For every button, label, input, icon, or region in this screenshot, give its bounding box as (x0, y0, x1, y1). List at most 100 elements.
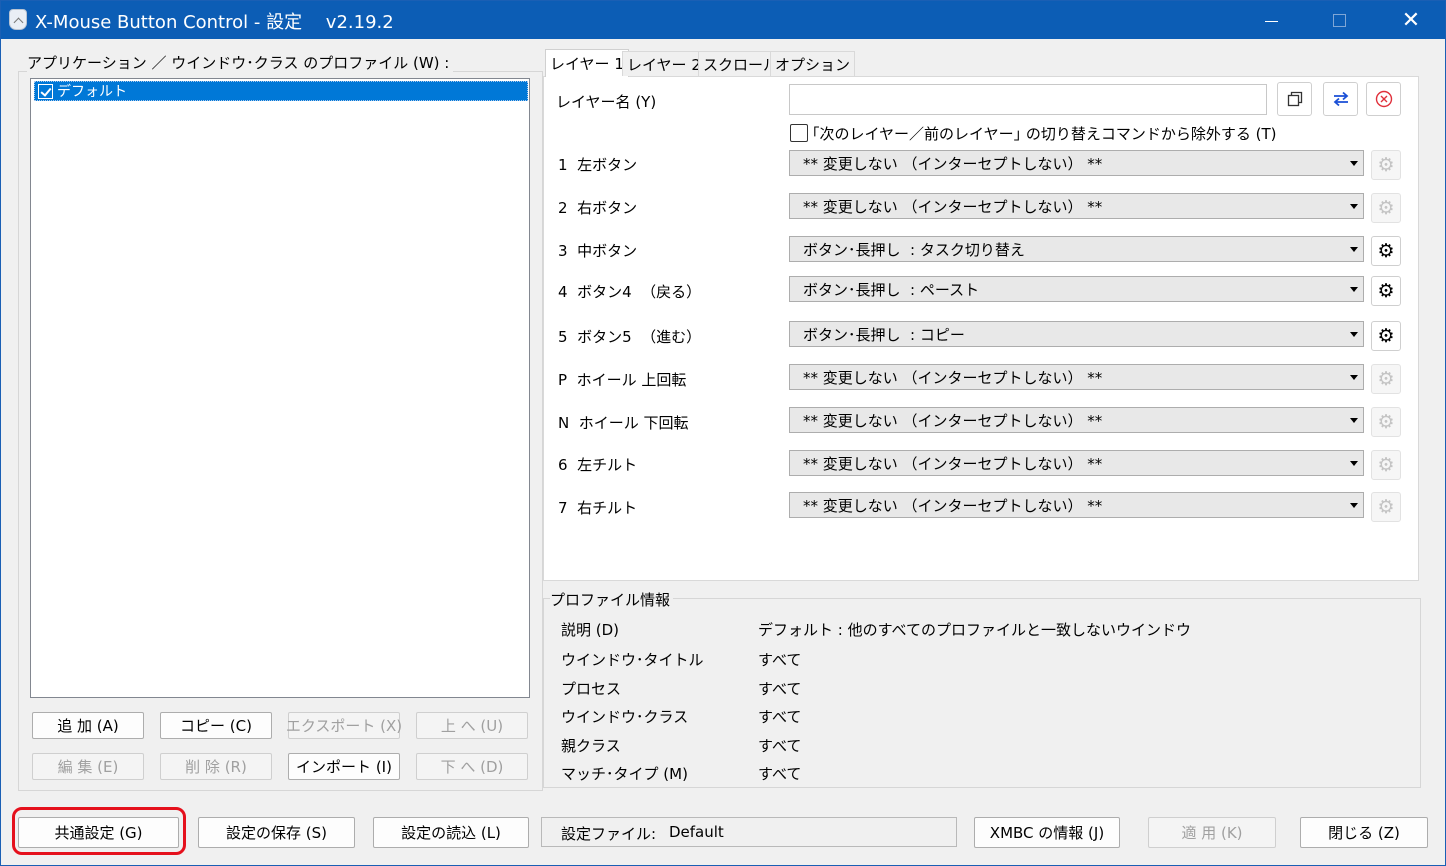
load-settings-button[interactable]: 設定の読込 (L) (373, 817, 529, 848)
right-button-settings[interactable]: ⚙ (1371, 193, 1401, 223)
exclude-layer-label: ｢次のレイヤー／前のレイヤー｣ の切り替えコマンドから除外する (T) (812, 125, 1277, 143)
maximize-button[interactable] (1309, 1, 1369, 39)
info-label-process: プロセス (561, 680, 622, 698)
row-label-wheel-down: N ホイール 下回転 (558, 414, 689, 432)
copy-layer-button[interactable] (1277, 82, 1312, 116)
select-value: ** 変更しない （インターセプトしない） ** (803, 496, 1103, 515)
clear-layer-button[interactable] (1366, 82, 1401, 116)
info-label-description: 説明 (D) (561, 621, 620, 639)
tab-options[interactable]: オプション (770, 51, 856, 76)
select-value: ボタン･長押し : コピー (803, 325, 965, 344)
info-label-window-class: ウインドウ･クラス (561, 708, 689, 726)
copy-profile-button[interactable]: コピー (C) (160, 712, 272, 739)
exclude-layer-checkbox[interactable] (790, 124, 808, 142)
row-label-middle-button: 3 中ボタン (558, 242, 638, 260)
dropdown-arrow-icon (1350, 503, 1358, 508)
button4-action-select[interactable]: ボタン･長押し : ペースト (789, 276, 1364, 302)
button5-settings[interactable]: ⚙ (1371, 321, 1401, 351)
profiles-group-label: アプリケーション ／ ウインドウ･クラス のプロファイル (W) : (27, 52, 454, 73)
tilt-left-settings[interactable]: ⚙ (1371, 450, 1401, 480)
minimize-button[interactable] (1241, 1, 1301, 39)
select-value: ** 変更しない （インターセプトしない） ** (803, 368, 1103, 387)
wheel-down-action-select[interactable]: ** 変更しない （インターセプトしない） ** (789, 407, 1364, 433)
wheel-down-settings[interactable]: ⚙ (1371, 407, 1401, 437)
select-value: ** 変更しない （インターセプトしない） ** (803, 454, 1103, 473)
copy-icon (1287, 91, 1302, 107)
edit-profile-button[interactable]: 編 集 (E) (32, 753, 144, 780)
tab-layer-1[interactable]: レイヤー 1 (545, 49, 629, 77)
gear-icon: ⚙ (1377, 411, 1395, 433)
wheel-up-settings[interactable]: ⚙ (1371, 364, 1401, 394)
info-label-match-type: マッチ･タイプ (M) (561, 765, 688, 783)
row-label-tilt-left: 6 左チルト (558, 456, 638, 474)
gear-icon: ⚙ (1377, 197, 1395, 219)
gear-icon: ⚙ (1377, 325, 1395, 347)
app-icon (9, 9, 27, 30)
close-window-button[interactable]: ✕ (1381, 1, 1441, 39)
dropdown-arrow-icon (1350, 161, 1358, 166)
row-label-wheel-up: P ホイール 上回転 (558, 371, 687, 389)
apply-button[interactable]: 適 用 (K) (1148, 817, 1276, 848)
row-label-right-button: 2 右ボタン (558, 199, 638, 217)
checkbox-checked-icon[interactable] (38, 83, 53, 99)
info-value-process: すべて (758, 680, 802, 698)
export-profile-button[interactable]: エクスポート (X) (286, 712, 402, 739)
right-button-action-select[interactable]: ** 変更しない （インターセプトしない） ** (789, 193, 1364, 219)
app-window: X-Mouse Button Control - 設定 v2.19.2 ✕ アプ… (0, 0, 1446, 866)
row-label-button5: 5 ボタン5 （進む） (558, 328, 702, 346)
dropdown-arrow-icon (1350, 375, 1358, 380)
button4-settings[interactable]: ⚙ (1371, 276, 1401, 306)
select-value: ** 変更しない （インターセプトしない） ** (803, 197, 1103, 216)
move-down-button[interactable]: 下 へ (D) (416, 753, 528, 780)
minimize-icon (1264, 20, 1278, 22)
layer-name-input[interactable] (789, 84, 1267, 115)
close-button[interactable]: 閉じる (Z) (1300, 817, 1428, 848)
profile-list-item-default[interactable]: デフォルト (34, 81, 528, 101)
dropdown-arrow-icon (1350, 247, 1358, 252)
button5-action-select[interactable]: ボタン･長押し : コピー (789, 321, 1364, 347)
delete-profile-button[interactable]: 削 除 (R) (160, 753, 272, 780)
middle-button-action-select[interactable]: ボタン･長押し : タスク切り替え (789, 236, 1364, 262)
dropdown-arrow-icon (1350, 204, 1358, 209)
middle-button-settings[interactable]: ⚙ (1371, 236, 1401, 266)
tilt-right-action-select[interactable]: ** 変更しない （インターセプトしない） ** (789, 492, 1364, 518)
left-button-action-select[interactable]: ** 変更しない （インターセプトしない） ** (789, 150, 1364, 176)
move-up-button[interactable]: 上 へ (U) (416, 712, 528, 739)
gear-icon: ⚙ (1377, 368, 1395, 390)
gear-icon: ⚙ (1377, 240, 1395, 262)
maximize-icon (1332, 13, 1346, 27)
info-value-window-class: すべて (758, 708, 802, 726)
save-settings-button[interactable]: 設定の保存 (S) (198, 817, 355, 848)
gear-icon: ⚙ (1377, 496, 1395, 518)
select-value: ** 変更しない （インターセプトしない） ** (803, 154, 1103, 173)
settings-file-label: 設定ファイル: (561, 825, 657, 843)
settings-file-value: Default (669, 823, 724, 841)
profile-item-label: デフォルト (57, 84, 127, 100)
tilt-right-settings[interactable]: ⚙ (1371, 492, 1401, 522)
about-button[interactable]: XMBC の情報 (J) (974, 817, 1120, 848)
add-profile-button[interactable]: 追 加 (A) (32, 712, 144, 739)
info-label-parent-class: 親クラス (561, 737, 621, 755)
layer-name-label: レイヤー名 (Y) (556, 93, 657, 111)
info-value-match-type: すべて (758, 765, 802, 783)
swap-arrows-icon (1333, 91, 1348, 107)
row-label-left-button: 1 左ボタン (558, 156, 638, 174)
common-settings-button[interactable]: 共通設定 (G) (18, 817, 179, 848)
dropdown-arrow-icon (1350, 332, 1358, 337)
left-button-settings[interactable]: ⚙ (1371, 150, 1401, 180)
tilt-left-action-select[interactable]: ** 変更しない （インターセプトしない） ** (789, 450, 1364, 476)
dropdown-arrow-icon (1350, 418, 1358, 423)
profile-list[interactable]: デフォルト (30, 78, 530, 698)
profile-info-group-label: プロファイル情報 (550, 589, 674, 610)
dropdown-arrow-icon (1350, 287, 1358, 292)
select-value: ** 変更しない （インターセプトしない） ** (803, 411, 1103, 430)
wheel-up-action-select[interactable]: ** 変更しない （インターセプトしない） ** (789, 364, 1364, 390)
swap-layer-button[interactable] (1323, 82, 1358, 116)
import-profile-button[interactable]: インポート (I) (288, 753, 400, 780)
select-value: ボタン･長押し : タスク切り替え (803, 240, 1025, 259)
tab-layer-2[interactable]: レイヤー 2 (622, 51, 706, 76)
title-bar: X-Mouse Button Control - 設定 v2.19.2 ✕ (1, 1, 1445, 39)
select-value: ボタン･長押し : ペースト (803, 280, 980, 299)
window-title: X-Mouse Button Control - 設定 v2.19.2 (35, 12, 394, 33)
row-label-button4: 4 ボタン4 （戻る） (558, 283, 702, 301)
